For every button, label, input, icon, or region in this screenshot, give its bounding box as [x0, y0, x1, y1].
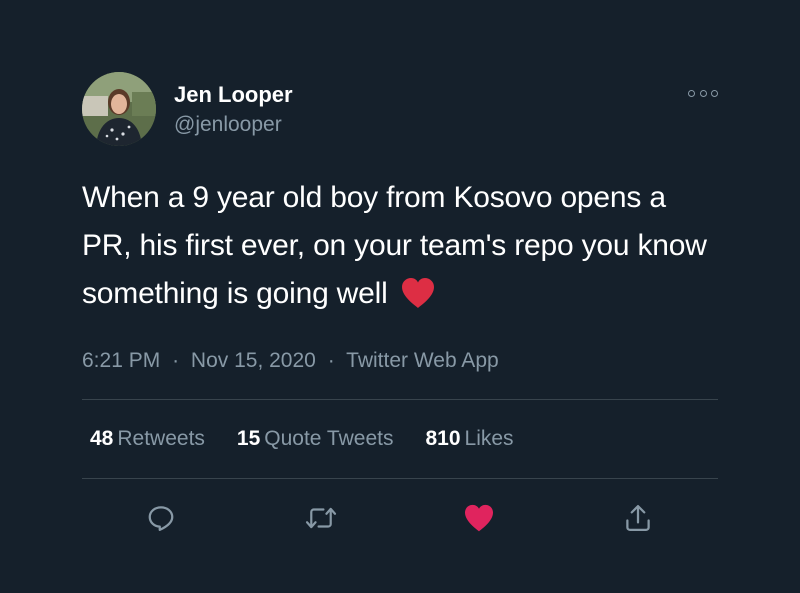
like-button[interactable] [462, 501, 496, 535]
tweet-date[interactable]: Nov 15, 2020 [191, 349, 316, 372]
quote-tweets-stat[interactable]: 15 Quote Tweets [237, 427, 394, 451]
like-icon [465, 504, 493, 532]
likes-label: Likes [464, 427, 514, 450]
author-handle[interactable]: @jenlooper [174, 112, 293, 138]
tweet-text-content: When a 9 year old boy from Kosovo opens … [82, 181, 707, 310]
red-heart-emoji-icon [400, 276, 436, 324]
tweet-header: Jen Looper @jenlooper [82, 72, 718, 148]
share-icon [626, 505, 650, 531]
more-options-icon[interactable] [688, 86, 718, 100]
quote-tweets-label: Quote Tweets [264, 427, 394, 450]
retweets-label: Retweets [117, 427, 205, 450]
author-names: Jen Looper @jenlooper [174, 82, 293, 138]
tweet-time[interactable]: 6:21 PM [82, 349, 160, 372]
quote-tweets-count: 15 [236, 427, 261, 450]
reply-icon [148, 506, 174, 531]
meta-separator: · [172, 349, 180, 372]
retweets-count: 48 [90, 427, 114, 450]
tweet-text: When a 9 year old boy from Kosovo opens … [82, 174, 718, 324]
tweet-source[interactable]: Twitter Web App [346, 349, 499, 372]
tweet-actions [82, 479, 718, 559]
reply-button[interactable] [144, 501, 178, 535]
tweet-stats: 48 Retweets 15 Quote Tweets 810 Likes [82, 400, 718, 478]
avatar[interactable] [82, 72, 156, 146]
author-display-name[interactable]: Jen Looper [174, 82, 293, 108]
likes-stat[interactable]: 810 Likes [425, 427, 513, 451]
retweets-stat[interactable]: 48 Retweets [90, 427, 205, 451]
retweet-icon [305, 507, 337, 529]
tweet-meta: 6:21 PM · Nov 15, 2020 · Twitter Web App [82, 348, 718, 374]
share-button[interactable] [621, 501, 655, 535]
likes-count: 810 [425, 427, 461, 450]
retweet-button[interactable] [304, 501, 338, 535]
tweet-detail: Jen Looper @jenlooper When a 9 year old … [82, 72, 718, 559]
meta-separator: · [327, 349, 335, 372]
profile-photo-icon [82, 72, 156, 146]
